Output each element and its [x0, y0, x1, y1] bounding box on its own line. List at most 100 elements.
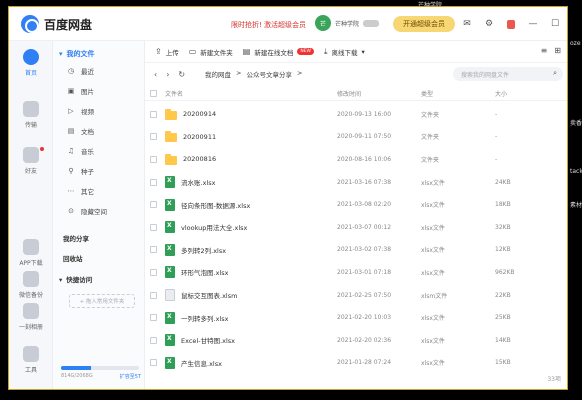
row-checkbox[interactable]: [149, 178, 157, 186]
row-checkbox[interactable]: [149, 155, 157, 163]
expand-storage-link[interactable]: 扩容至5T: [120, 373, 141, 380]
mail-icon[interactable]: ✉: [461, 18, 473, 30]
header-type[interactable]: 类型: [421, 89, 495, 98]
grid-view-icon[interactable]: ⊞: [554, 46, 561, 55]
search-input[interactable]: 搜索我的网盘文件 ⌕: [453, 67, 563, 81]
rail-label: 好友: [24, 168, 37, 175]
file-size: 32KB: [495, 223, 511, 231]
table-row[interactable]: 产生信息.xlsx 2021-01-28 07:24 xlsx文件 15KB: [145, 352, 567, 375]
rail-item-tools[interactable]: 工具: [9, 346, 53, 374]
row-checkbox[interactable]: [149, 314, 157, 322]
minimize-icon[interactable]: —: [527, 18, 539, 30]
select-all-checkbox[interactable]: [149, 90, 157, 97]
row-checkbox[interactable]: [149, 223, 157, 231]
table-row[interactable]: vlookup用法大全.xlsx 2021-03-07 00:12 xlsx文件 32…: [145, 216, 567, 239]
file-type: xlsx文件: [421, 360, 445, 368]
search-icon[interactable]: ⌕: [553, 69, 557, 78]
new-folder-button[interactable]: ▭ 新建文件夹: [189, 44, 233, 60]
table-row[interactable]: 一列转多列.xlsx 2021-02-20 10:03 xlsx文件 25KB: [145, 306, 567, 329]
nav-item-video[interactable]: ▷ 视频: [67, 104, 137, 118]
file-name[interactable]: 产生信息.xlsx: [181, 358, 222, 368]
nav-item-recent[interactable]: ◷ 最近: [67, 64, 137, 78]
row-checkbox[interactable]: [149, 110, 157, 118]
forward-icon[interactable]: ›: [166, 70, 169, 79]
header-size[interactable]: 大小: [495, 89, 555, 98]
row-checkbox[interactable]: [149, 359, 157, 367]
nav-item-images[interactable]: ▣ 图片: [67, 84, 137, 98]
upload-button[interactable]: ⇪ 上传: [155, 44, 179, 60]
nav-item-music[interactable]: ♫ 音乐: [67, 144, 137, 158]
file-name[interactable]: 鼠标交互图表.xlsm: [181, 290, 237, 300]
row-checkbox[interactable]: [149, 246, 157, 254]
nav-quick-access[interactable]: ▾ 快捷访问: [59, 274, 92, 284]
file-name[interactable]: 环形气泡图.xlsx: [181, 267, 228, 277]
rail-item-home[interactable]: 首页: [9, 49, 53, 77]
nav-recycle-bin[interactable]: 回收站: [63, 253, 83, 263]
more-icon: ⋯: [67, 187, 75, 195]
vip-badge-icon: [363, 19, 380, 27]
row-checkbox[interactable]: [149, 201, 157, 209]
file-name[interactable]: 径向条形图-数据源.xlsx: [181, 200, 250, 210]
nav-item-seeds[interactable]: ⚲ 种子: [67, 164, 137, 178]
row-checkbox[interactable]: [149, 336, 157, 344]
nav-item-label: 最近: [81, 68, 94, 76]
table-row[interactable]: 多列转2列.xlsx 2021-03-02 07:38 xlsx文件 12KB: [145, 239, 567, 262]
rail-item-transfer[interactable]: 传输: [9, 101, 53, 129]
file-size: 12KB: [495, 246, 511, 254]
sort-icon[interactable]: ≡: [541, 46, 548, 55]
file-name[interactable]: 20200911: [183, 133, 216, 141]
rail-item-friends[interactable]: 好友: [9, 147, 53, 175]
user-profile[interactable]: 芒 芒种学院: [315, 15, 380, 31]
file-name[interactable]: 流水账.xlsx: [181, 177, 215, 187]
vip-button[interactable]: 开通超级会员: [393, 16, 455, 32]
rail-item-album[interactable]: 一刻相册: [9, 303, 53, 331]
crumb-current[interactable]: 公众号文章分享: [246, 69, 292, 79]
refresh-icon[interactable]: ↻: [178, 70, 185, 79]
skin-icon[interactable]: [505, 18, 517, 30]
file-time: 2021-02-20 02:36: [337, 336, 392, 344]
header-name[interactable]: 文件名: [161, 89, 337, 98]
promo-link[interactable]: 限时抢折! 激活超级会员: [231, 20, 306, 30]
rail-item-app-download[interactable]: APP下载: [9, 239, 53, 267]
file-name[interactable]: Excel-甘特图.xlsx: [181, 335, 235, 345]
nav-item-documents[interactable]: ▤ 文档: [67, 124, 137, 138]
row-checkbox[interactable]: [149, 291, 157, 299]
table-row[interactable]: 20200914 2020-09-13 16:00 文件夹 -: [145, 103, 567, 126]
rail-item-wechat-backup[interactable]: 微信备份: [9, 271, 53, 299]
table-row[interactable]: 环形气泡图.xlsx 2021-03-01 07:18 xlsx文件 962KB: [145, 261, 567, 284]
new-online-doc-button[interactable]: ▤ 新建在线文档 NEW: [243, 44, 314, 60]
excel-file-icon: [165, 221, 175, 234]
table-row[interactable]: 流水账.xlsx 2021-03-16 07:38 xlsx文件 24KB: [145, 171, 567, 194]
file-name[interactable]: 20200816: [183, 155, 216, 163]
row-checkbox[interactable]: [149, 268, 157, 276]
nav-item-hidden-space[interactable]: ⊙ 隐藏空间: [67, 204, 137, 218]
settings-icon[interactable]: ⚙: [483, 18, 495, 30]
maximize-icon[interactable]: ☐: [549, 18, 561, 30]
wechat-icon: [23, 271, 39, 287]
file-name[interactable]: 一列转多列.xlsx: [181, 313, 228, 323]
add-quick-folder[interactable]: + 拖入常用文件夹: [69, 294, 135, 308]
row-checkbox[interactable]: [149, 133, 157, 141]
table-row[interactable]: 鼠标交互图表.xlsm 2021-02-25 07:50 xlsm文件 22KB: [145, 284, 567, 307]
file-name[interactable]: 20200914: [183, 110, 216, 118]
offline-download-button[interactable]: ⤓ 离线下载 ▾: [324, 44, 365, 60]
breadcrumb: 我的网盘 > 公众号文章分享 >: [205, 69, 302, 79]
back-icon[interactable]: ‹: [154, 70, 157, 79]
nav-item-other[interactable]: ⋯ 其它: [67, 184, 137, 198]
file-type: xlsx文件: [421, 269, 445, 277]
table-row[interactable]: Excel-甘特图.xlsx 2021-02-20 02:36 xlsx文件 14KB: [145, 329, 567, 352]
nav-my-files[interactable]: ▾ 我的文件: [59, 47, 139, 61]
header-time[interactable]: 修改时间: [337, 89, 421, 98]
table-row[interactable]: 径向条形图-数据源.xlsx 2021-03-08 02:20 xlsx文件 18KB: [145, 193, 567, 216]
table-row[interactable]: 20200816 2020-08-16 10:06 文件夹 -: [145, 148, 567, 171]
new-folder-icon: ▭: [188, 47, 197, 56]
file-name[interactable]: vlookup用法大全.xlsx: [181, 222, 247, 232]
window-controls: ✉ ⚙ — ☐ ✕: [461, 18, 567, 30]
nav-my-share[interactable]: 我的分享: [63, 233, 89, 243]
avatar[interactable]: 芒: [315, 15, 331, 31]
table-row[interactable]: 20200911 2020-09-11 07:50 文件夹 -: [145, 126, 567, 149]
file-size: 18KB: [495, 201, 511, 209]
storage-text: 814G/2068G: [61, 373, 93, 379]
file-name[interactable]: 多列转2列.xlsx: [181, 245, 226, 255]
crumb-root[interactable]: 我的网盘: [205, 69, 231, 79]
